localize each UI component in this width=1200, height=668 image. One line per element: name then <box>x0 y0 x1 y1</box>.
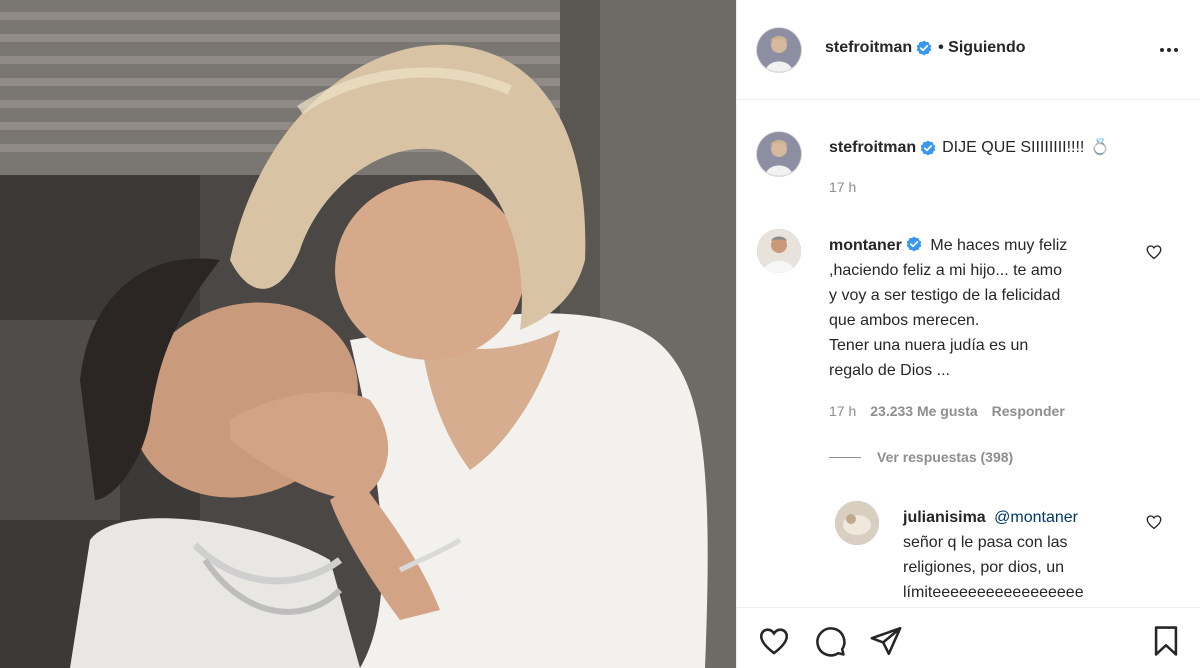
author-username[interactable]: stefroitman <box>825 39 912 57</box>
caption-time[interactable]: 17 h <box>829 179 856 195</box>
comment-username[interactable]: montaner <box>829 237 902 254</box>
verified-badge-icon <box>916 40 932 56</box>
share-icon[interactable] <box>869 624 903 658</box>
comment-line: Me haces muy feliz <box>930 237 1068 254</box>
like-reply-heart-icon[interactable] <box>1145 513 1163 531</box>
comment-montaner: montaner Me haces muy feliz ,haciendo fe… <box>829 233 1149 383</box>
replies-divider-line <box>829 456 861 458</box>
ring-emoji: 💍 <box>1090 139 1111 156</box>
couple-photo-illustration <box>0 0 736 668</box>
comment-line: regalo de Dios ... <box>829 362 950 379</box>
post-header: stefroitman • Siguiendo <box>737 0 1200 100</box>
comment-line: y voy a ser testigo de la felicidad <box>829 287 1061 304</box>
view-replies-button[interactable]: Ver respuestas (398) <box>877 449 1013 465</box>
comment-first-line: montaner Me haces muy feliz <box>829 233 1149 258</box>
post-details-panel: stefroitman • Siguiendo stefroitman DIJE… <box>736 0 1200 668</box>
avatar-image <box>757 28 801 72</box>
comment-line: Tener una nuera judía es un <box>829 337 1029 354</box>
comment-avatar-montaner[interactable] <box>757 229 801 273</box>
reply-avatar-julianisima[interactable] <box>835 501 879 545</box>
view-replies-row[interactable]: Ver respuestas (398) <box>829 449 1013 465</box>
comment-meta: 17 h 23.233 Me gusta Responder <box>829 403 1079 419</box>
comment-line: ,haciendo feliz a mi hijo... te amo <box>829 262 1063 279</box>
caption-row: stefroitman DIJE QUE SIIIIIIII!!!! 💍 <box>829 135 1110 160</box>
comment-icon[interactable] <box>813 624 847 658</box>
reply-button[interactable]: Responder <box>992 403 1065 419</box>
comment-time[interactable]: 17 h <box>829 403 856 419</box>
heart-icon[interactable] <box>757 624 791 658</box>
author-avatar[interactable] <box>757 28 801 72</box>
reply-line: señor q le pasa con las <box>903 534 1068 551</box>
header-user-row: stefroitman • Siguiendo <box>825 39 1026 57</box>
reply-line: religiones, por dios, un <box>903 559 1064 576</box>
caption-avatar[interactable] <box>757 132 801 176</box>
caption-text: DIJE QUE SIIIIIIII!!!! <box>942 139 1085 156</box>
comment-likes[interactable]: 23.233 Me gusta <box>870 403 977 419</box>
like-comment-heart-icon[interactable] <box>1145 243 1163 261</box>
reply-first-line: julianisima @montaner <box>903 505 1143 530</box>
avatar-image <box>757 132 801 176</box>
reply-username[interactable]: julianisima <box>903 509 986 526</box>
post-actions-bar <box>737 607 1200 668</box>
reply-julianisima: julianisima @montaner señor q le pasa co… <box>903 505 1143 605</box>
bookmark-icon[interactable] <box>1149 624 1183 658</box>
post-photo[interactable] <box>0 0 736 668</box>
caption-username[interactable]: stefroitman <box>829 139 916 157</box>
comments-section[interactable]: stefroitman DIJE QUE SIIIIIIII!!!! 💍 17 … <box>737 101 1200 607</box>
reply-mention[interactable]: @montaner <box>994 509 1078 526</box>
following-status[interactable]: • Siguiendo <box>938 39 1025 57</box>
avatar-image <box>757 229 801 273</box>
reply-line: límiteeeeeeeeeeeeeeeee <box>903 584 1084 601</box>
verified-badge-icon <box>906 236 922 252</box>
verified-badge-icon <box>920 140 936 155</box>
more-options-icon[interactable] <box>1157 38 1181 62</box>
comment-line: que ambos merecen. <box>829 312 980 329</box>
avatar-image <box>835 501 879 545</box>
